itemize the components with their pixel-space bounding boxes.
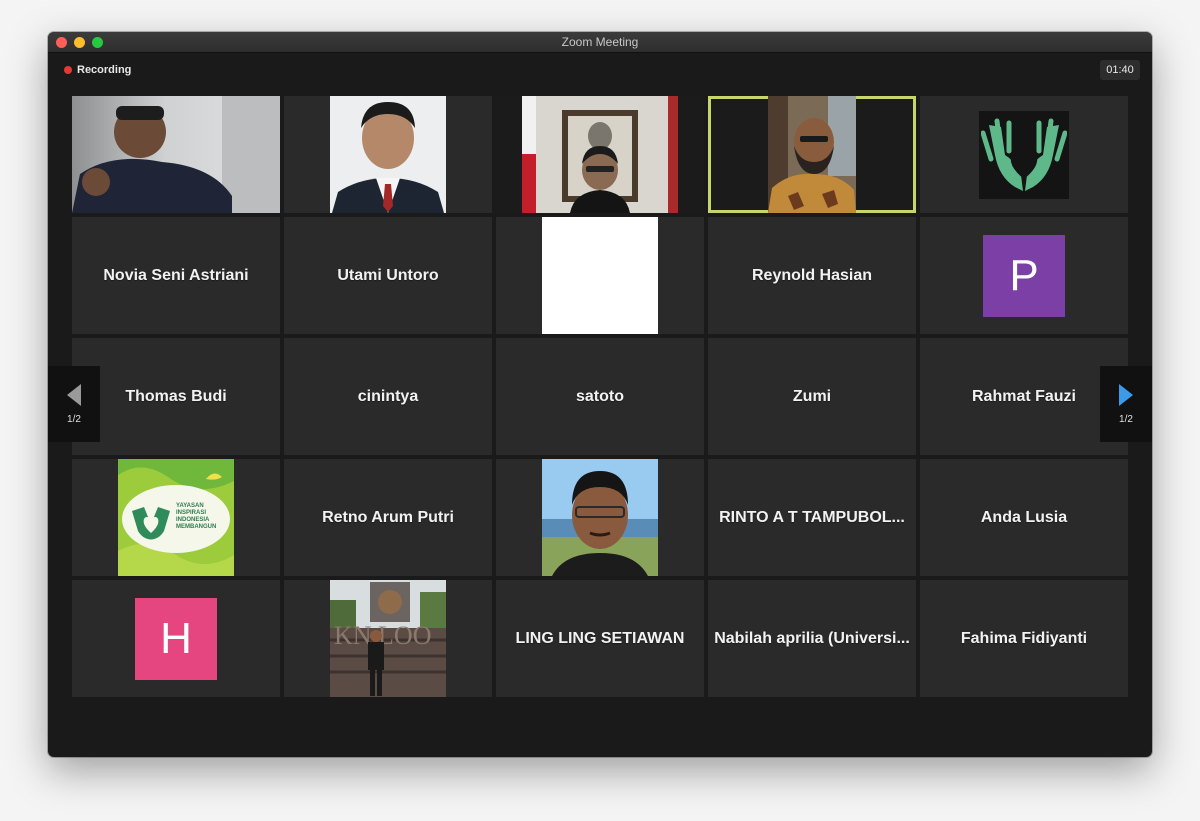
recording-indicator[interactable]: Recording: [64, 64, 131, 76]
participant-name: Zumi: [792, 387, 832, 405]
participant-avatar: P: [983, 234, 1065, 317]
video-tile-selfie[interactable]: [496, 459, 704, 576]
participant-name: Anda Lusia: [980, 508, 1068, 526]
page-indicator-left: 1/2: [67, 413, 81, 425]
participant-name: cinintya: [357, 387, 419, 405]
participant-logo: [979, 110, 1069, 199]
participant-video: [768, 96, 856, 213]
video-tile-outdoor[interactable]: KN LOO: [284, 580, 492, 697]
participant-video: [72, 96, 280, 213]
name-tile-rahmat[interactable]: Rahmat Fauzi: [920, 338, 1128, 455]
zoom-window: Zoom Meeting Recording 01:40 Novia Seni …: [48, 32, 1152, 757]
name-tile-utami[interactable]: Utami Untoro: [284, 217, 492, 334]
participant-video: KN LOO: [330, 580, 446, 697]
recording-label: Recording: [77, 64, 132, 76]
participant-name: Novia Seni Astriani: [103, 266, 249, 284]
person-video-icon: [522, 96, 678, 213]
video-tile-4-active-speaker[interactable]: [708, 96, 916, 213]
participant-name: Fahima Fidiyanti: [960, 629, 1088, 647]
name-tile-ling[interactable]: LING LING SETIAWAN: [496, 580, 704, 697]
window-title: Zoom Meeting: [561, 35, 639, 49]
participant-name: Nabilah aprilia (Universi...: [714, 629, 910, 647]
page-indicator-right: 1/2: [1119, 413, 1133, 425]
person-video-icon: [542, 459, 658, 576]
participant-video: [522, 96, 678, 213]
name-tile-retno[interactable]: Retno Arum Putri: [284, 459, 492, 576]
participant-video: [330, 96, 446, 213]
recording-dot-icon: [64, 66, 72, 74]
name-tile-nabilah[interactable]: Nabilah aprilia (Universi...: [708, 580, 916, 697]
person-video-icon: [768, 96, 856, 213]
video-tile-3[interactable]: [496, 96, 704, 213]
person-video-icon: [330, 96, 446, 213]
name-tile-zumi[interactable]: Zumi: [708, 338, 916, 455]
avatar-tile-h[interactable]: H: [72, 580, 280, 697]
participant-logo: YAYASAN INSPIRASI INDONESIA MEMBANGUN: [118, 459, 234, 576]
video-tile-1[interactable]: [72, 96, 280, 213]
person-video-icon: KN LOO: [330, 580, 446, 697]
name-tile-satoto[interactable]: satoto: [496, 338, 704, 455]
participant-avatar: H: [135, 597, 217, 680]
next-page-button[interactable]: 1/2: [1100, 366, 1152, 442]
name-tile-thomas[interactable]: Thomas Budi: [72, 338, 280, 455]
gallery-grid: Novia Seni Astriani Utami Untoro Reynold…: [72, 96, 1128, 697]
participant-name: Retno Arum Putri: [322, 508, 454, 526]
logo-text: YAYASAN INSPIRASI INDONESIA MEMBANGUN: [176, 503, 217, 530]
video-tile-yayasan-logo[interactable]: YAYASAN INSPIRASI INDONESIA MEMBANGUN: [72, 459, 280, 576]
avatar-tile-p[interactable]: P: [920, 217, 1128, 334]
participant-video: [542, 459, 658, 576]
name-tile-fahima[interactable]: Fahima Fidiyanti: [920, 580, 1128, 697]
title-bar: Zoom Meeting: [48, 32, 1152, 53]
name-tile-novia[interactable]: Novia Seni Astriani: [72, 217, 280, 334]
arrow-left-icon: [67, 383, 81, 406]
name-tile-cinintya[interactable]: cinintya: [284, 338, 492, 455]
participant-name: LING LING SETIAWAN: [515, 629, 685, 647]
arrow-right-icon: [1119, 383, 1133, 406]
person-video-icon: [72, 96, 280, 213]
participant-name: Thomas Budi: [125, 387, 227, 405]
video-tile-5[interactable]: [920, 96, 1128, 213]
name-tile-rinto[interactable]: RINTO A T TAMPUBOL...: [708, 459, 916, 576]
participant-name: Rahmat Fauzi: [971, 387, 1076, 405]
name-tile-reynold[interactable]: Reynold Hasian: [708, 217, 916, 334]
participant-video-blank: [542, 217, 658, 334]
hands-heart-icon: [981, 118, 1067, 191]
video-tile-blank[interactable]: [496, 217, 704, 334]
participant-name: satoto: [576, 387, 624, 405]
video-tile-2[interactable]: [284, 96, 492, 213]
name-tile-anda[interactable]: Anda Lusia: [920, 459, 1128, 576]
meeting-timer: 01:40: [1100, 60, 1140, 80]
participant-name: Reynold Hasian: [751, 266, 873, 284]
participant-name: RINTO A T TAMPUBOL...: [719, 508, 905, 526]
participant-name: Utami Untoro: [337, 266, 439, 284]
previous-page-button[interactable]: 1/2: [48, 366, 100, 442]
